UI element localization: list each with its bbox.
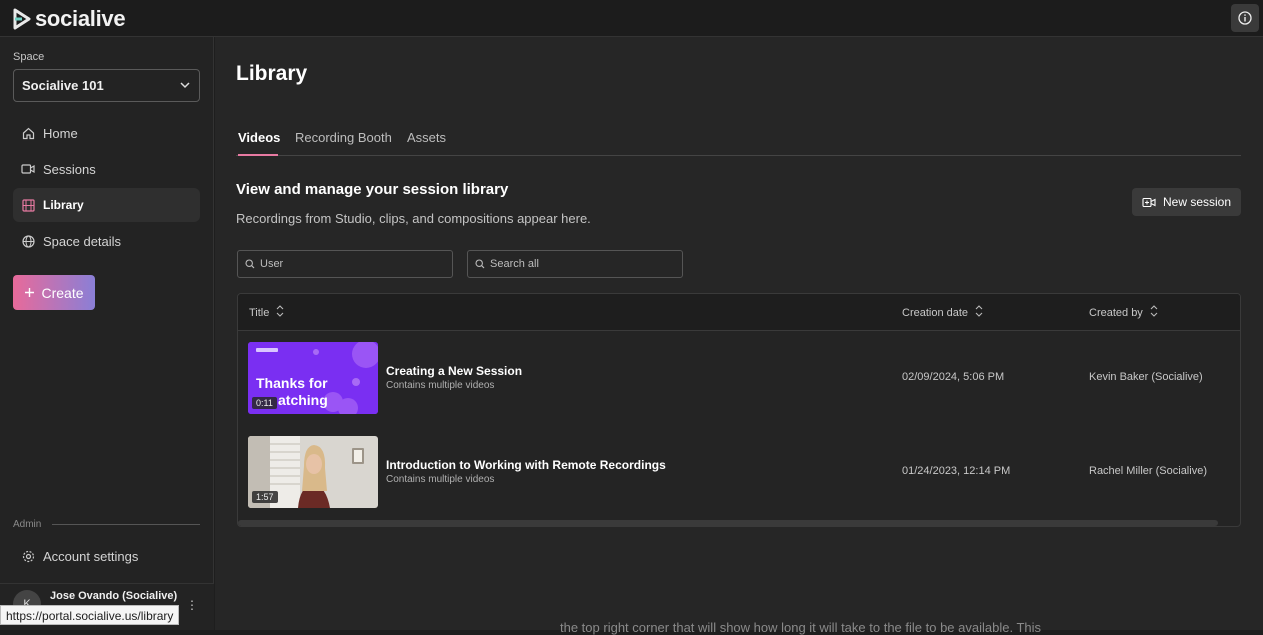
column-header-label: Creation date bbox=[902, 306, 969, 319]
top-bar: socialive bbox=[0, 0, 1263, 37]
underlying-page-text: the top right corner that will show how … bbox=[560, 620, 1042, 635]
row-creation-date: 01/24/2023, 12:14 PM bbox=[902, 465, 1011, 477]
space-label: Space bbox=[13, 51, 45, 63]
tab-assets[interactable]: Assets bbox=[407, 130, 446, 145]
thumbnail-caption-line: Thanks for bbox=[256, 375, 328, 391]
brand-logo[interactable]: socialive bbox=[12, 6, 126, 32]
info-icon bbox=[1238, 11, 1252, 25]
film-icon bbox=[21, 198, 35, 212]
column-header-creation-date[interactable]: Creation date bbox=[902, 305, 983, 320]
sidebar-item-label: Sessions bbox=[43, 161, 96, 177]
row-creation-date: 02/09/2024, 5:06 PM bbox=[902, 371, 1005, 383]
admin-divider bbox=[52, 524, 200, 525]
sidebar-item-label: Library bbox=[43, 198, 84, 212]
socialive-logo-icon bbox=[13, 8, 31, 30]
library-table: Title Creation date Created by Thanks fo… bbox=[237, 293, 1241, 527]
brand-name: socialive bbox=[35, 6, 126, 31]
admin-section-label: Admin bbox=[13, 519, 42, 530]
sidebar-item-space-details[interactable]: Space details bbox=[13, 224, 200, 258]
sidebar-item-account-settings[interactable]: Account settings bbox=[13, 541, 200, 571]
home-icon bbox=[21, 126, 35, 140]
sidebar-item-label: Home bbox=[43, 125, 78, 141]
plus-icon bbox=[25, 288, 35, 297]
column-header-title[interactable]: Title bbox=[249, 305, 284, 320]
search-icon bbox=[245, 259, 255, 269]
horizontal-scrollbar[interactable] bbox=[238, 520, 1218, 526]
user-name: Jose Ovando (Socialive) bbox=[50, 590, 178, 602]
sort-icon bbox=[1150, 305, 1158, 320]
video-thumbnail[interactable]: 1:57 bbox=[248, 436, 378, 508]
table-row[interactable]: Thanks for atching 0:11 Creating a New S… bbox=[238, 331, 1240, 425]
active-tab-indicator bbox=[238, 154, 278, 156]
new-session-button[interactable]: New session bbox=[1132, 188, 1241, 216]
search-input[interactable]: Search all bbox=[467, 250, 683, 278]
sort-icon bbox=[276, 305, 284, 320]
section-subtitle: Recordings from Studio, clips, and compo… bbox=[236, 211, 591, 226]
sort-icon bbox=[975, 305, 983, 320]
chevron-down-icon bbox=[180, 82, 190, 89]
search-icon bbox=[475, 259, 485, 269]
account-settings-label: Account settings bbox=[43, 548, 139, 564]
column-header-created-by[interactable]: Created by bbox=[1089, 305, 1158, 320]
sidebar-item-sessions[interactable]: Sessions bbox=[13, 152, 200, 186]
video-camera-icon bbox=[21, 162, 35, 176]
duration-badge: 0:11 bbox=[252, 397, 277, 409]
row-title[interactable]: Introduction to Working with Remote Reco… bbox=[386, 458, 666, 472]
video-thumbnail[interactable]: Thanks for atching 0:11 bbox=[248, 342, 378, 414]
user-filter-input[interactable]: User bbox=[237, 250, 453, 278]
column-header-label: Title bbox=[249, 306, 270, 319]
column-header-label: Created by bbox=[1089, 306, 1143, 319]
row-created-by: Kevin Baker (Socialive) bbox=[1089, 371, 1203, 383]
sidebar-item-home[interactable]: Home bbox=[13, 116, 200, 150]
space-select-value: Socialive 101 bbox=[22, 78, 104, 93]
gear-icon bbox=[21, 549, 35, 563]
table-row[interactable]: 1:57 Introduction to Working with Remote… bbox=[238, 425, 1240, 519]
status-url-tooltip: https://portal.socialive.us/library bbox=[0, 605, 180, 625]
new-session-label: New session bbox=[1162, 195, 1232, 209]
row-subtitle: Contains multiple videos bbox=[386, 474, 495, 485]
sidebar-item-label: Space details bbox=[43, 233, 122, 249]
search-placeholder: Search all bbox=[490, 258, 539, 270]
create-button[interactable]: Create bbox=[13, 275, 95, 310]
duration-badge: 1:57 bbox=[252, 491, 278, 503]
section-title: View and manage your session library bbox=[236, 181, 509, 198]
sidebar: Space Socialive 101 Home Sessions Librar… bbox=[0, 37, 214, 630]
tab-videos[interactable]: Videos bbox=[238, 130, 280, 145]
space-select[interactable]: Socialive 101 bbox=[13, 69, 200, 102]
tab-bar: Videos Recording Booth Assets bbox=[236, 125, 1241, 156]
main-content: Library Videos Recording Booth Assets Vi… bbox=[215, 37, 1263, 630]
table-header: Title Creation date Created by bbox=[238, 294, 1240, 331]
video-camera-plus-icon bbox=[1142, 197, 1156, 207]
more-options-icon[interactable]: ⋮ bbox=[186, 598, 198, 612]
create-button-label: Create bbox=[41, 284, 84, 301]
info-button[interactable] bbox=[1231, 4, 1259, 32]
row-subtitle: Contains multiple videos bbox=[386, 380, 495, 391]
globe-icon bbox=[21, 234, 35, 248]
page-title: Library bbox=[236, 62, 308, 85]
user-filter-placeholder: User bbox=[260, 258, 284, 270]
row-created-by: Rachel Miller (Socialive) bbox=[1089, 465, 1207, 477]
tab-recording-booth[interactable]: Recording Booth bbox=[295, 130, 392, 145]
row-title[interactable]: Creating a New Session bbox=[386, 364, 522, 378]
sidebar-item-library[interactable]: Library bbox=[13, 188, 200, 222]
